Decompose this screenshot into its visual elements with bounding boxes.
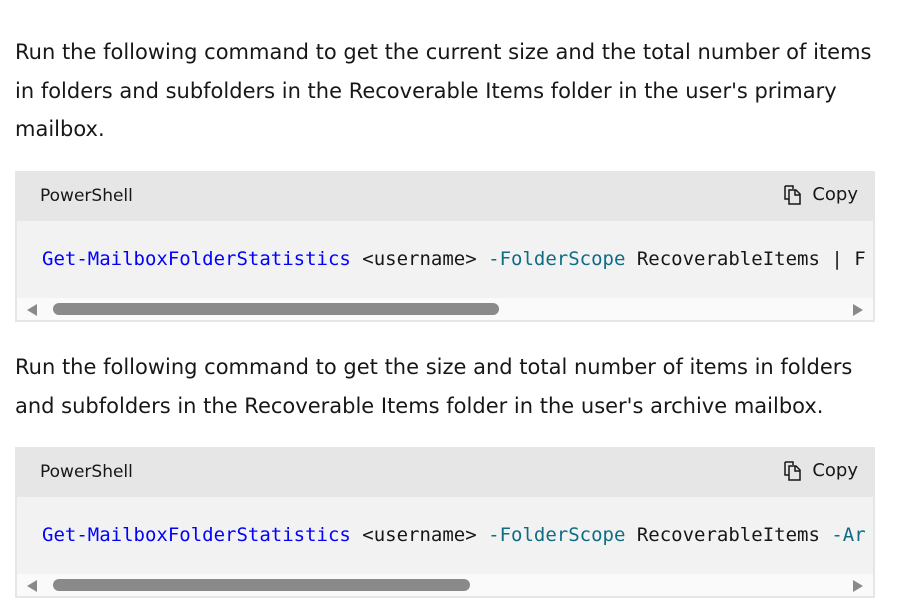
scrollbar-thumb[interactable] — [53, 303, 499, 315]
copy-label: Copy — [812, 184, 858, 205]
paragraph-primary: Run the following command to get the cur… — [15, 40, 872, 141]
copy-button[interactable]: Copy — [784, 460, 858, 481]
code-content[interactable]: Get-MailboxFolderStatistics <username> -… — [17, 221, 873, 298]
scroll-left-icon[interactable] — [27, 580, 37, 592]
horizontal-scrollbar[interactable] — [17, 298, 873, 320]
copy-icon — [784, 184, 802, 205]
horizontal-scrollbar[interactable] — [17, 574, 873, 596]
code-cmdlet: Get-MailboxFolderStatistics — [42, 248, 351, 270]
code-header: PowerShell Copy — [17, 173, 873, 221]
code-arg: <username> — [350, 248, 489, 270]
scrollbar-thumb[interactable] — [53, 579, 470, 591]
language-label: PowerShell — [40, 462, 133, 482]
code-param: -FolderScope — [488, 524, 626, 546]
scroll-right-icon[interactable] — [853, 304, 863, 316]
code-value: RecoverableItems — [625, 524, 832, 546]
code-rest: | F — [831, 248, 866, 270]
code-header: PowerShell Copy — [17, 449, 873, 497]
code-rest: -Ar — [831, 524, 866, 546]
code-cmdlet: Get-MailboxFolderStatistics — [42, 524, 351, 546]
scroll-left-icon[interactable] — [27, 304, 37, 316]
code-value: RecoverableItems — [625, 248, 832, 270]
code-block-primary: PowerShell Copy Get-MailboxFolderStatist… — [15, 171, 875, 322]
copy-label: Copy — [812, 460, 858, 481]
code-arg: <username> — [350, 524, 489, 546]
code-block-archive: PowerShell Copy Get-MailboxFolderStatist… — [15, 447, 875, 598]
scroll-right-icon[interactable] — [853, 580, 863, 592]
copy-icon — [784, 460, 802, 481]
code-content[interactable]: Get-MailboxFolderStatistics <username> -… — [17, 497, 873, 574]
paragraph-archive: Run the following command to get the siz… — [15, 355, 853, 418]
language-label: PowerShell — [40, 186, 133, 206]
copy-button[interactable]: Copy — [784, 184, 858, 205]
code-param: -FolderScope — [488, 248, 626, 270]
